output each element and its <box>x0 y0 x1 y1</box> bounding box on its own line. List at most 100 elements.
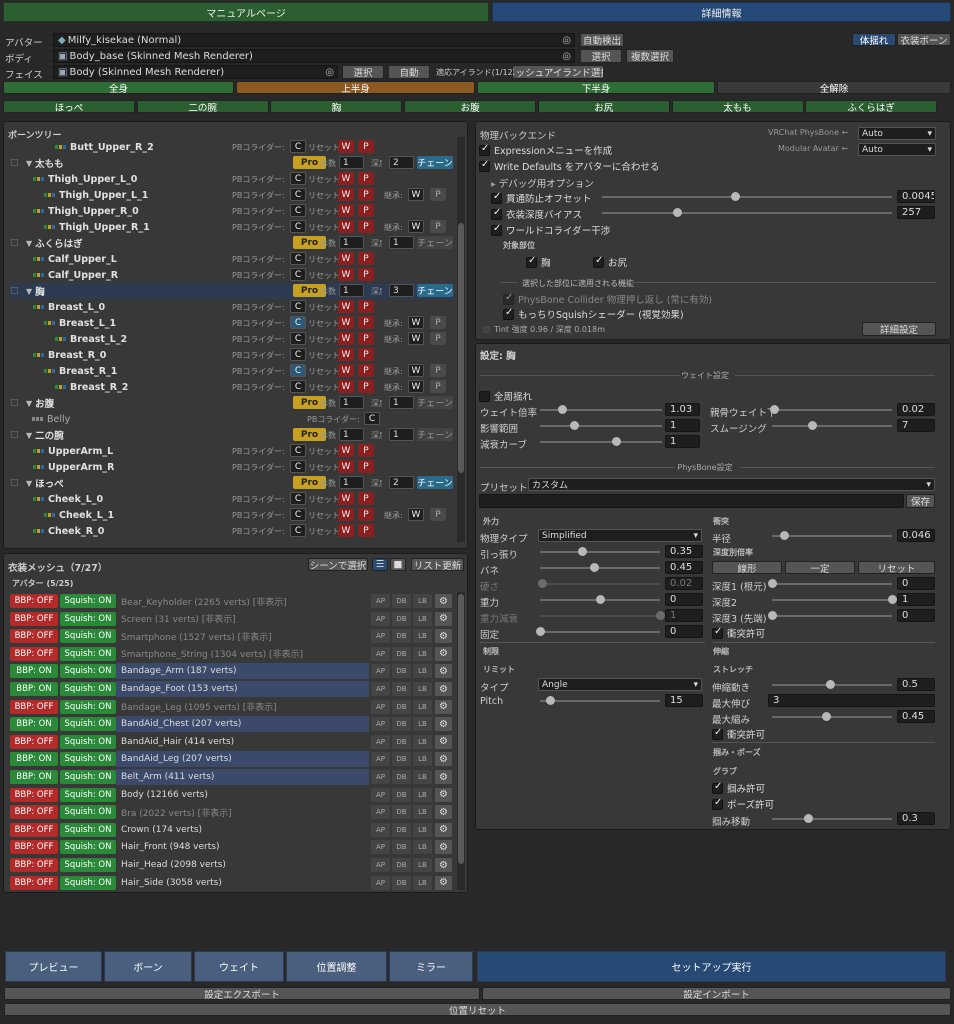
body-select-button[interactable]: 選択 <box>580 49 622 63</box>
collider-c-button[interactable]: C <box>290 220 306 233</box>
gear-icon[interactable]: ⚙ <box>435 611 452 626</box>
tag-db-button[interactable]: DB <box>392 787 411 802</box>
inherit-w-button[interactable]: W <box>408 332 424 345</box>
squish-toggle[interactable]: Squish: ON <box>60 646 116 661</box>
depth-bias-slider[interactable] <box>602 208 892 218</box>
gear-icon[interactable]: ⚙ <box>435 840 452 855</box>
pitch-v-field[interactable]: 15 <box>665 694 703 707</box>
tag-lb-button[interactable]: LB <box>413 858 432 872</box>
bone-row[interactable]: Belly PBコライダー: C <box>10 411 454 427</box>
reset-w-button[interactable]: W <box>338 524 354 537</box>
bone-row[interactable]: Breast_R_1 PBコライダー: C リセット: W P 継承: W P <box>10 363 454 379</box>
debug-foldout[interactable]: ▸ デバッグ用オプション <box>491 176 594 190</box>
reset-p-button[interactable]: P <box>358 300 374 313</box>
reset-p-button[interactable]: P <box>358 508 374 521</box>
inherit-w-button[interactable]: W <box>408 220 424 233</box>
body-field[interactable]: ▣ Body_base (Skinned Mesh Renderer) ◎ <box>53 49 575 63</box>
part-1-button[interactable]: 二の腕 <box>136 100 269 113</box>
squish-toggle[interactable]: Squish: ON <box>60 805 116 820</box>
collider-c-button[interactable]: C <box>290 348 306 361</box>
mesh-row[interactable]: BBP: ON Squish: ON Bandage_Arm (187 verts)… <box>10 663 452 680</box>
gear-icon[interactable]: ⚙ <box>435 858 452 872</box>
inherit-p-button[interactable]: P <box>430 380 446 393</box>
mesh-scrollbar[interactable] <box>457 592 465 890</box>
part-5-button[interactable]: 太もも <box>671 100 804 113</box>
mesh-row[interactable]: BBP: OFF Squish: ON Screen (31 verts) [非表示… <box>10 611 452 627</box>
chain-button[interactable]: チェーン <box>417 476 453 489</box>
inherit-p-button[interactable]: P <box>430 220 446 233</box>
tag-lb-button[interactable]: LB <box>413 682 432 696</box>
weight-mul-v-field[interactable]: 1.03 <box>665 403 700 416</box>
chain-button[interactable]: チェーン <box>417 236 453 249</box>
collider-c-button[interactable]: C <box>290 332 306 345</box>
bbp-toggle[interactable]: BBP: ON <box>10 770 58 784</box>
bbp-toggle[interactable]: BBP: OFF <box>10 858 58 872</box>
mesh-row[interactable]: BBP: ON Squish: ON Belt_Arm (411 verts) AP D… <box>10 769 452 785</box>
collider-c-button[interactable]: C <box>290 268 306 281</box>
collider-c-button[interactable]: C <box>290 380 306 393</box>
preset-dropdown[interactable]: カスタム ▾ <box>528 478 935 491</box>
reset-w-button[interactable]: W <box>338 380 354 393</box>
reset-p-button[interactable]: P <box>358 460 374 473</box>
limit-type-dropdown[interactable]: Angle ▾ <box>538 678 702 691</box>
influence-slider[interactable] <box>540 421 662 431</box>
avatar-field[interactable]: ◆ Milfy_kisekae (Normal) ◎ <box>53 33 575 47</box>
inherit-p-button[interactable]: P <box>430 364 446 377</box>
tag-db-button[interactable]: DB <box>392 752 411 767</box>
pen-offset-field[interactable]: 0.0045 <box>897 190 935 203</box>
region-1-button[interactable]: 上半身 <box>236 81 475 94</box>
grab-move-v-field[interactable]: 0.3 <box>897 812 935 825</box>
tag-db-button[interactable]: DB <box>392 717 411 732</box>
bbp-toggle[interactable]: BBP: OFF <box>10 699 58 714</box>
grid-view-icon[interactable]: ■ <box>390 558 406 571</box>
tag-db-button[interactable]: DB <box>392 664 411 679</box>
bone-row[interactable]: Cheek_L_1 PBコライダー: C リセット: W P 継承: W P <box>10 507 454 523</box>
tag-ap-button[interactable]: AP <box>371 875 390 890</box>
squish-toggle[interactable]: Squish: ON <box>60 594 116 608</box>
chain-button[interactable]: チェーン <box>417 396 453 409</box>
target-butt-checkbox[interactable]: お尻 <box>593 255 627 269</box>
reset-w-button[interactable]: W <box>338 220 354 233</box>
gear-icon[interactable]: ⚙ <box>435 664 452 679</box>
constant-button[interactable]: 一定 <box>785 561 855 574</box>
island-select-button[interactable]: メッシュアイランド選択 <box>512 65 604 79</box>
bone-row[interactable]: Calf_Upper_L PBコライダー: C リセット: W P <box>10 251 454 267</box>
collider-c-button[interactable]: C <box>290 508 306 521</box>
squish-toggle[interactable]: Squish: ON <box>60 858 116 872</box>
reset-p-button[interactable]: P <box>358 204 374 217</box>
squish-shader-checkbox[interactable]: もっちりSquishシェーダー (視覚効果) <box>503 307 684 321</box>
collider-c-button[interactable]: C <box>364 412 380 425</box>
depth-dropdown[interactable]: 2 <box>389 476 414 489</box>
inherit-w-button[interactable]: W <box>408 316 424 329</box>
reset-p-button[interactable]: P <box>358 524 374 537</box>
bone-row[interactable]: Breast_L_1 PBコライダー: C リセット: W P 継承: W P <box>10 315 454 331</box>
depth-dropdown[interactable]: 1 <box>389 236 414 249</box>
tag-ap-button[interactable]: AP <box>371 664 390 679</box>
immobile-slider[interactable] <box>536 627 660 637</box>
allow-grab-checkbox[interactable]: 掴み許可 <box>712 781 765 795</box>
bone-row[interactable]: Breast_L_2 PBコライダー: C リセット: W P 継承: W P <box>10 331 454 347</box>
collider-c-button[interactable]: C <box>290 188 306 201</box>
bone-row[interactable]: □▼二の腕Pro本数1深度1チェーン <box>10 427 454 443</box>
expr-menu-checkbox[interactable]: Expressionメニューを作成 <box>479 143 612 157</box>
falloff-v-field[interactable]: 1 <box>665 435 700 448</box>
footer-tab-2[interactable]: ウェイト <box>194 951 284 982</box>
gear-icon[interactable]: ⚙ <box>435 717 452 732</box>
influence-v-field[interactable]: 1 <box>665 419 700 432</box>
mesh-row[interactable]: BBP: OFF Squish: ON Bandage_Leg (1095 vert… <box>10 699 452 715</box>
part-0-button[interactable]: ほっぺ <box>3 100 135 113</box>
radius-slider[interactable] <box>772 531 892 541</box>
phys-type-dropdown[interactable]: Simplified ▾ <box>538 529 702 542</box>
immobile-v-field[interactable]: 0 <box>665 625 703 638</box>
collider-c-button[interactable]: C <box>290 140 306 153</box>
count-dropdown[interactable]: 1 <box>339 284 364 297</box>
reset-p-button[interactable]: P <box>358 364 374 377</box>
smoothing-slider[interactable] <box>772 421 892 431</box>
squish-toggle[interactable]: Squish: ON <box>60 629 116 644</box>
pull-slider[interactable] <box>540 547 660 557</box>
tag-db-button[interactable]: DB <box>392 840 411 855</box>
weight-mul-slider[interactable] <box>540 405 662 415</box>
list-view-icon[interactable]: ☰ <box>372 558 388 571</box>
squish-toggle[interactable]: Squish: ON <box>60 787 116 802</box>
stretch-mv-v-field[interactable]: 0.5 <box>897 678 935 691</box>
